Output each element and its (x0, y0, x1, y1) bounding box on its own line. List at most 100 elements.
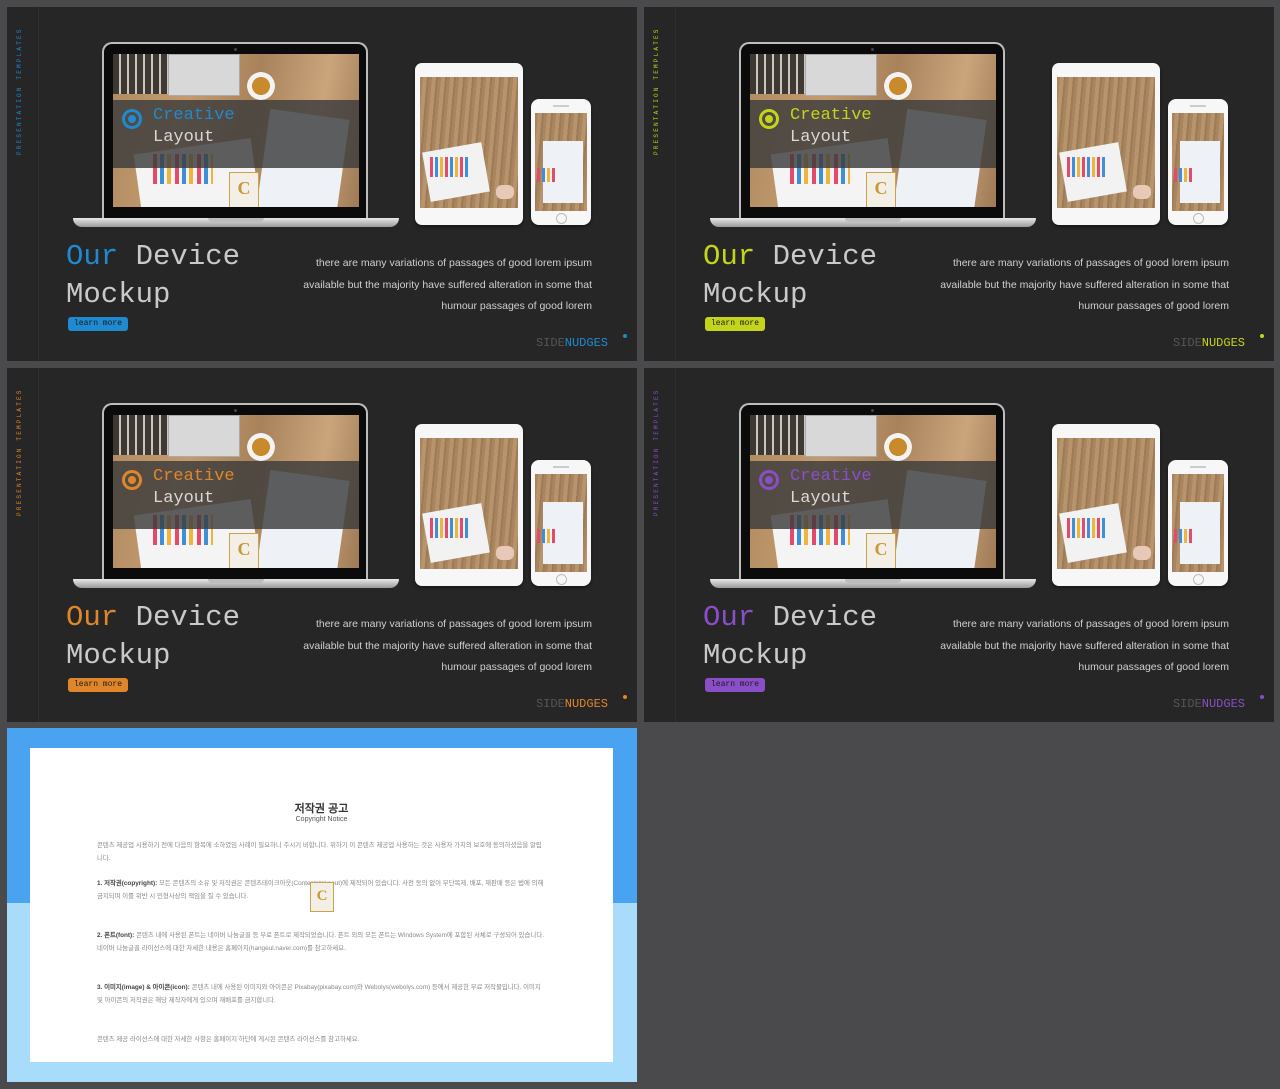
phone-screen (1172, 113, 1224, 211)
paragraph-line: there are many variations of passages of… (952, 618, 1229, 630)
slide-4: PRESENTATION TEMPLATES Creative Layout C… (644, 368, 1274, 722)
phone-screen (535, 113, 587, 211)
tablet-mockup (415, 424, 523, 586)
contents-logo: C (310, 882, 334, 912)
copyright-footer: 콘텐츠 제공 라이선스에 대한 자세한 사항은 홈페이지 하단에 게시된 콘텐츠… (97, 1036, 360, 1043)
screen-title-band: Creative Layout (113, 461, 359, 529)
title-word: Device (118, 240, 241, 273)
laptop-lid: Creative Layout C (739, 403, 1005, 579)
brand-part-b: NUDGES (564, 697, 608, 711)
accent-dot (623, 695, 627, 699)
home-button (556, 213, 567, 224)
tablet-mockup (1052, 424, 1160, 586)
slide-title: Our Device Mockup (66, 599, 240, 675)
contents-logo: C (229, 533, 259, 568)
copyright-section-2-head: 2. 폰트(font): (97, 932, 135, 939)
coffee-cup-photo (247, 72, 275, 100)
title-word: Device (755, 601, 878, 634)
title-highlight: Our (703, 601, 756, 634)
bar-chart-photo (1067, 157, 1107, 177)
side-label: PRESENTATION TEMPLATES (653, 27, 660, 155)
ring-icon (759, 109, 779, 129)
screen-title: Creative (153, 106, 235, 125)
coffee-cup-photo (884, 72, 912, 100)
copyright-section-3: 3. 이미지(image) & 아이콘(icon): 콘텐츠 내에 사용된 이미… (97, 982, 547, 1008)
hand-photo (496, 546, 514, 560)
slide-title: Our Device Mockup (703, 238, 877, 314)
copyright-section-2: 2. 폰트(font): 콘텐츠 내에 사용된 폰트는 네이버 나눔글꼴 등 무… (97, 930, 547, 956)
brand-part-a: SIDE (1172, 336, 1202, 350)
home-button (1193, 213, 1204, 224)
home-button (1193, 574, 1204, 585)
ring-icon (122, 470, 142, 490)
slide-paragraph: there are many variations of passages of… (899, 614, 1229, 679)
tablet-mockup (1052, 63, 1160, 225)
laptop-lid: Creative Layout C (739, 42, 1005, 218)
screen-subtitle: Layout (153, 128, 215, 147)
trackpad-photo (805, 415, 877, 457)
brand-part-b: NUDGES (564, 336, 608, 350)
slide-title: Our Device Mockup (66, 238, 240, 314)
brand-logo: SIDENUDGES (536, 697, 608, 711)
side-label: PRESENTATION TEMPLATES (16, 388, 23, 516)
laptop-lid: Creative Layout C (102, 403, 368, 579)
screen-title-band: Creative Layout (750, 100, 996, 168)
screen-subtitle: Layout (790, 128, 852, 147)
slide-paragraph: there are many variations of passages of… (899, 253, 1229, 318)
phone-mockup (531, 99, 591, 225)
tablet-mockup (415, 63, 523, 225)
side-label: PRESENTATION TEMPLATES (16, 27, 23, 155)
contents-logo: C (229, 172, 259, 207)
title-highlight: Our (66, 240, 119, 273)
tablet-screen (420, 438, 518, 569)
accent-dot (1260, 695, 1264, 699)
learn-more-button[interactable]: learn more (68, 317, 128, 331)
laptop-notch (845, 218, 901, 222)
screen-title: Creative (790, 467, 872, 486)
learn-more-button[interactable]: learn more (705, 317, 765, 331)
laptop-screen: Creative Layout C (113, 54, 359, 207)
slide-sidebar (7, 368, 39, 722)
keyboard-photo (113, 415, 173, 455)
keyboard-photo (113, 54, 173, 94)
slide-3: PRESENTATION TEMPLATES Creative Layout C… (7, 368, 637, 722)
copyright-intro: 콘텐츠 제공업 시용하기 전에 다음의 항목에 소하였임 사례이 필요하니 주시… (97, 842, 542, 862)
brand-logo: SIDENUDGES (536, 336, 608, 350)
paragraph-line: available but the majority have suffered… (303, 278, 592, 291)
learn-more-button[interactable]: learn more (68, 678, 128, 692)
laptop-mockup: Creative Layout C (73, 42, 399, 227)
slide-paragraph: there are many variations of passages of… (262, 614, 592, 679)
paragraph-line: available but the majority have suffered… (303, 639, 592, 652)
phone-mockup (1168, 99, 1228, 225)
laptop-camera (234, 48, 237, 51)
screen-title-band: Creative Layout (750, 461, 996, 529)
screen-subtitle: Layout (790, 489, 852, 508)
slide-sidebar (7, 7, 39, 361)
slide-title: Our Device Mockup (703, 599, 877, 675)
slide-2: PRESENTATION TEMPLATES Creative Layout C… (644, 7, 1274, 361)
phone-screen (1172, 474, 1224, 572)
accent-dot (1260, 334, 1264, 338)
tablet-screen (420, 77, 518, 208)
screen-title: Creative (790, 106, 872, 125)
brand-part-a: SIDE (535, 336, 565, 350)
keyboard-photo (750, 415, 810, 455)
laptop-screen: Creative Layout C (750, 415, 996, 568)
trackpad-photo (168, 415, 240, 457)
paragraph-line: there are many variations of passages of… (952, 257, 1229, 269)
laptop-notch (208, 218, 264, 222)
copyright-slide: 저작권 공고 Copyright Notice 콘텐츠 제공업 시용하기 전에 … (7, 728, 637, 1082)
screen-subtitle: Layout (153, 489, 215, 508)
trackpad-photo (168, 54, 240, 96)
laptop-screen: Creative Layout C (750, 54, 996, 207)
phone-mockup (1168, 460, 1228, 586)
hand-photo (1133, 185, 1151, 199)
learn-more-button[interactable]: learn more (705, 678, 765, 692)
paragraph-line: available but the majority have suffered… (940, 639, 1229, 652)
title-word: Device (755, 240, 878, 273)
slide-1: PRESENTATION TEMPLATES Creative Layout C… (7, 7, 637, 361)
laptop-mockup: Creative Layout C (710, 403, 1036, 588)
tablet-screen (1057, 438, 1155, 569)
tablet-screen (1057, 77, 1155, 208)
paragraph-line: humour passages of good lorem (441, 661, 592, 673)
